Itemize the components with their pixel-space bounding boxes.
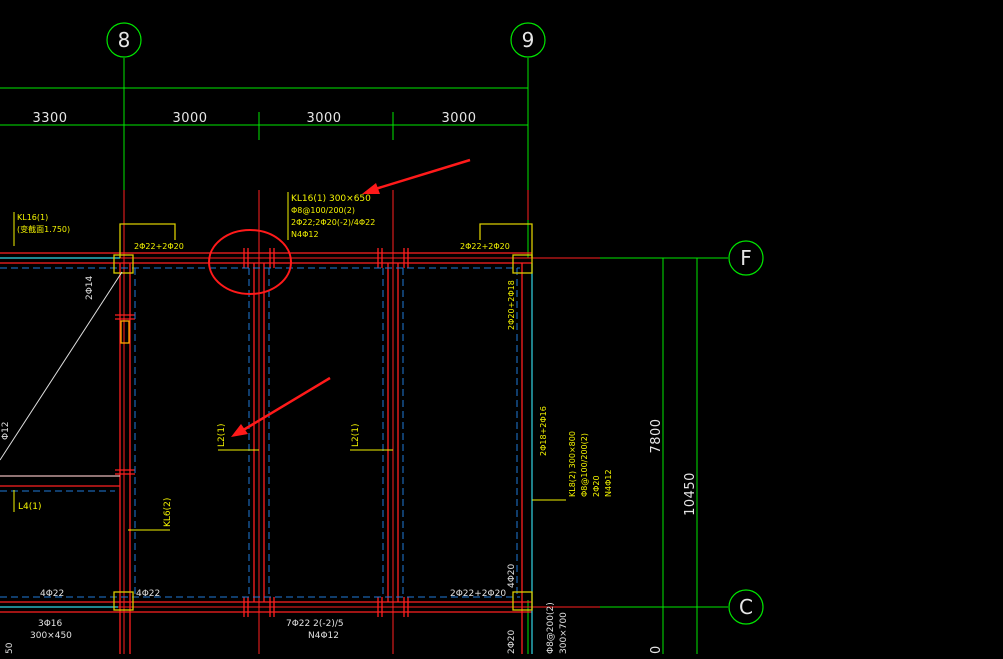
kl16-waist: N4Φ12: [291, 230, 319, 239]
annotation-kl16-left[interactable]: KL16(1) (变截面1.750): [17, 213, 70, 234]
highlight-circle[interactable]: [208, 229, 292, 295]
right-dimensions: 7800 10450: [649, 418, 698, 515]
dim-3000-a: 3000: [172, 111, 207, 126]
kl16-left-title: KL16(1): [17, 213, 48, 222]
drawing-svg: 8 9 F C 3300 3000 3000 3000 7800 10450 K…: [0, 22, 764, 654]
bar-label-left-vert: Φ12: [1, 421, 11, 440]
axis-bubble-9[interactable]: 9: [510, 22, 546, 58]
kl16-stirrup: Φ8@100/200(2): [291, 206, 355, 215]
bar-label-top-right: 2Φ22+2Φ20: [460, 242, 510, 251]
dim-3000-b: 3000: [306, 111, 341, 126]
cad-drawing[interactable]: 8 9 F C 3300 3000 3000 3000 7800 10450 K…: [0, 0, 1003, 654]
beam-label-l2-b[interactable]: L2(1): [351, 424, 361, 448]
axis-bubble-C[interactable]: C: [728, 589, 764, 625]
axis-label-8: 8: [118, 28, 131, 52]
beam-label-l4[interactable]: L4(1): [18, 502, 42, 512]
axis-bubble-F[interactable]: F: [728, 240, 764, 276]
kl8-waist: N4Φ12: [604, 469, 613, 497]
kl8-stirrup: Φ8@100/200(2): [580, 433, 589, 497]
bar-label-top-left: 2Φ22+2Φ20: [134, 242, 184, 251]
kl8-rebar: 2Φ20: [592, 475, 601, 497]
kl8-title: KL8(2) 300×800: [568, 431, 577, 497]
arrow-icon-middle[interactable]: [231, 376, 331, 437]
kl16-left-elev: (变截面1.750): [17, 224, 70, 234]
axis-label-C: C: [739, 595, 753, 619]
columns: [113, 223, 533, 611]
top-dimensions: 3300 3000 3000 3000: [32, 111, 476, 126]
dim-bottom-partial: 0: [649, 645, 664, 654]
axis-label-F: F: [740, 246, 752, 270]
beam-label-kl6[interactable]: KL6(2): [163, 498, 173, 527]
dim-10450: 10450: [683, 472, 698, 516]
bar-label-diag: 2Φ14: [85, 275, 95, 300]
bar-label-bot-r1: 2Φ20: [507, 629, 517, 654]
column-small[interactable]: [120, 320, 130, 344]
dim-3300: 3300: [32, 111, 67, 126]
kl16-title: KL16(1) 300×650: [291, 194, 371, 204]
beam-label-l2-a[interactable]: L2(1): [217, 424, 227, 448]
bar-label-right-top: 2Φ20+2Φ18: [507, 280, 516, 330]
bar-label-far-left: 50: [5, 642, 15, 654]
dim-3000-c: 3000: [441, 111, 476, 126]
dashed-lines: [0, 267, 520, 598]
bar-label-bot-mid-waist: N4Φ12: [308, 631, 339, 641]
axis-label-9: 9: [522, 28, 535, 52]
bar-label-right-mid: 2Φ18+2Φ16: [539, 406, 548, 456]
annotation-kl16[interactable]: KL16(1) 300×650 Φ8@100/200(2) 2Φ22;2Φ20(…: [291, 194, 375, 239]
bar-label-bot-right: 2Φ22+2Φ20: [450, 589, 506, 599]
arrow-icon-top[interactable]: [362, 158, 471, 194]
bar-label-bot-r3: 300×700: [559, 612, 569, 654]
grid-lines: [0, 58, 728, 654]
bar-label-bot-beam-size: 300×450: [30, 631, 72, 641]
annotation-kl8[interactable]: KL8(2) 300×800 Φ8@100/200(2) 2Φ20 N4Φ12: [568, 431, 613, 497]
axis-bubble-8[interactable]: 8: [106, 22, 142, 58]
opening-lines: [0, 271, 123, 477]
bar-label-bot-r2: Φ8@200(2): [546, 602, 556, 654]
bar-label-bot-left-1: 4Φ22: [40, 589, 64, 599]
bar-label-bot-beam: 3Φ16: [38, 619, 63, 629]
bar-label-bot-left-2: 4Φ22: [136, 589, 160, 599]
bar-label-bot-mid: 7Φ22 2(-2)/5: [286, 619, 344, 629]
bar-label-bot-right-vert: 4Φ20: [507, 563, 517, 588]
kl16-rebar: 2Φ22;2Φ20(-2)/4Φ22: [291, 218, 375, 227]
dim-7800: 7800: [649, 418, 664, 453]
